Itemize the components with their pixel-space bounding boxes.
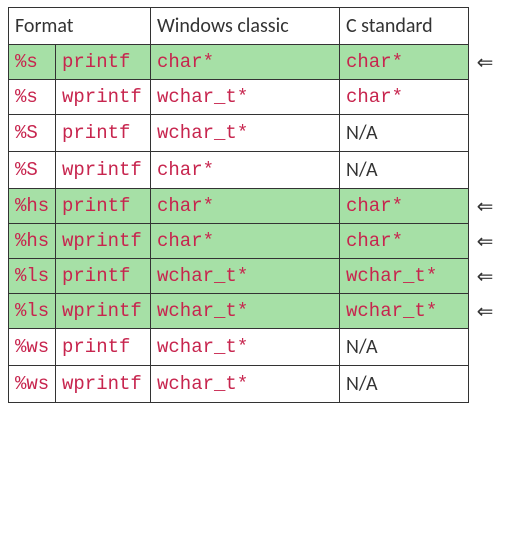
- format-table: Format Windows classic C standard %sprin…: [8, 8, 500, 403]
- cell-windows: wchar_t*: [150, 114, 340, 152]
- cell-windows: wchar_t*: [150, 365, 340, 403]
- table-row: %wswprintfwchar_t*N/A: [8, 366, 500, 403]
- cell-format: %hs: [8, 188, 56, 224]
- arrow-spacer: [471, 8, 499, 45]
- arrow-left-icon: ⇐: [471, 189, 499, 224]
- cell-function: wprintf: [55, 151, 151, 189]
- table-row: %sprintfchar*char*⇐: [8, 45, 500, 80]
- table-row: %hswprintfchar*char*⇐: [8, 224, 500, 259]
- cell-format: %s: [8, 79, 56, 115]
- cell-format: %ws: [8, 328, 56, 366]
- cell-cstd: char*: [339, 44, 469, 80]
- cell-cstd: char*: [339, 188, 469, 224]
- cell-windows: char*: [150, 223, 340, 259]
- cell-format: %S: [8, 114, 56, 152]
- cell-function: printf: [55, 188, 151, 224]
- cell-windows: char*: [150, 151, 340, 189]
- cell-function: printf: [55, 44, 151, 80]
- cell-function: printf: [55, 328, 151, 366]
- cell-function: wprintf: [55, 79, 151, 115]
- cell-windows: wchar_t*: [150, 79, 340, 115]
- table-row: %wsprintfwchar_t*N/A: [8, 329, 500, 366]
- table-row: %Sprintfwchar_t*N/A: [8, 115, 500, 152]
- cell-format: %S: [8, 151, 56, 189]
- cell-cstd: N/A: [339, 151, 469, 189]
- cell-cstd: N/A: [339, 328, 469, 366]
- arrow-left-icon: ⇐: [471, 45, 499, 80]
- arrow-left-icon: [471, 152, 499, 189]
- table-row: %lswprintfwchar_t*wchar_t*⇐: [8, 294, 500, 329]
- cell-format: %ws: [8, 365, 56, 403]
- cell-format: %ls: [8, 258, 56, 294]
- header-format: Format: [8, 7, 151, 45]
- cell-function: printf: [55, 114, 151, 152]
- arrow-left-icon: [471, 329, 499, 366]
- arrow-left-icon: ⇐: [471, 294, 499, 329]
- header-cstd: C standard: [339, 7, 469, 45]
- table-row: %hsprintfchar*char*⇐: [8, 189, 500, 224]
- cell-function: printf: [55, 258, 151, 294]
- cell-cstd: N/A: [339, 114, 469, 152]
- table-row: %Swprintfchar*N/A: [8, 152, 500, 189]
- arrow-left-icon: [471, 80, 499, 115]
- cell-cstd: wchar_t*: [339, 258, 469, 294]
- header-windows: Windows classic: [150, 7, 340, 45]
- cell-format: %s: [8, 44, 56, 80]
- cell-cstd: char*: [339, 79, 469, 115]
- arrow-left-icon: ⇐: [471, 224, 499, 259]
- cell-function: wprintf: [55, 365, 151, 403]
- table-row: %lsprintfwchar_t*wchar_t*⇐: [8, 259, 500, 294]
- cell-cstd: char*: [339, 223, 469, 259]
- arrow-left-icon: [471, 366, 499, 403]
- table-header-row: Format Windows classic C standard: [8, 8, 500, 45]
- arrow-left-icon: [471, 115, 499, 152]
- arrow-left-icon: ⇐: [471, 259, 499, 294]
- table-row: %swprintfwchar_t*char*: [8, 80, 500, 115]
- cell-cstd: wchar_t*: [339, 293, 469, 329]
- cell-format: %ls: [8, 293, 56, 329]
- cell-cstd: N/A: [339, 365, 469, 403]
- cell-windows: char*: [150, 44, 340, 80]
- cell-function: wprintf: [55, 223, 151, 259]
- cell-format: %hs: [8, 223, 56, 259]
- cell-windows: wchar_t*: [150, 258, 340, 294]
- cell-windows: char*: [150, 188, 340, 224]
- cell-windows: wchar_t*: [150, 328, 340, 366]
- cell-windows: wchar_t*: [150, 293, 340, 329]
- cell-function: wprintf: [55, 293, 151, 329]
